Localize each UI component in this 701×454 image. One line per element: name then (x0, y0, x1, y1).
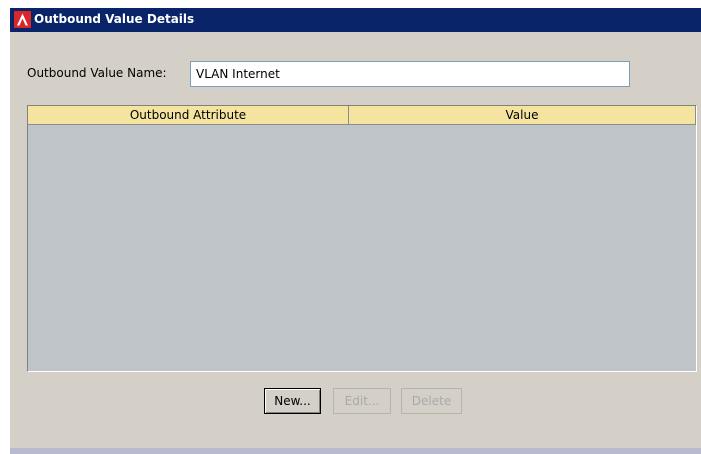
column-header-value[interactable]: Value (349, 106, 696, 125)
delete-button[interactable]: Delete (401, 388, 462, 414)
app-logo-icon (14, 11, 31, 28)
new-button[interactable]: New... (264, 388, 321, 414)
edit-button[interactable]: Edit... (333, 388, 391, 414)
outbound-attributes-table[interactable]: Outbound Attribute Value (27, 105, 697, 372)
title-bar: Outbound Value Details (10, 8, 701, 32)
table-header: Outbound Attribute Value (28, 106, 696, 125)
column-header-outbound-attribute[interactable]: Outbound Attribute (28, 106, 349, 125)
outbound-value-details-dialog: Outbound Value Details Outbound Value Na… (10, 8, 701, 454)
outbound-value-name-input[interactable] (190, 61, 630, 87)
window-title: Outbound Value Details (34, 12, 195, 26)
bottom-border (10, 448, 701, 454)
outbound-value-name-label: Outbound Value Name: (27, 66, 167, 80)
